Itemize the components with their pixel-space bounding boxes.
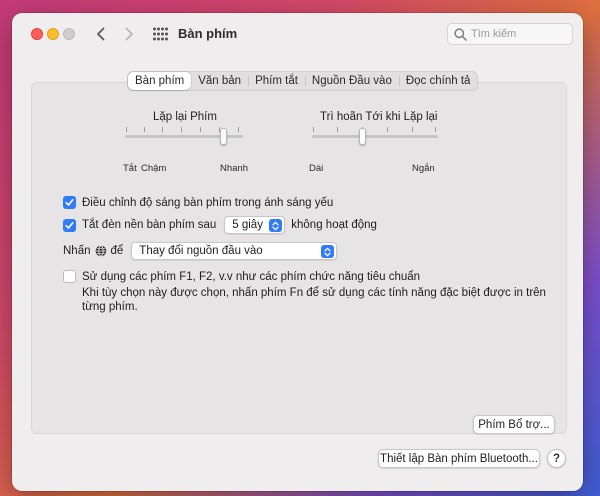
back-arrow-icon[interactable] (92, 25, 110, 43)
delay-long-label: Dài (309, 163, 324, 174)
keyboard-settings-panel: Lặp lại Phím Tắt Chậm Nhanh Trì hoãn Tới… (31, 82, 567, 434)
key-repeat-slow-label: Chậm (141, 163, 167, 174)
function-keys-description: Khi tùy chọn này được chọn, nhấn phím Fn… (82, 286, 546, 314)
backlight-timeout-popup[interactable]: 5 giây (224, 216, 286, 234)
modifier-keys-button[interactable]: Phím Bổ trợ... (473, 415, 555, 434)
press-globe-prefix: Nhấn (63, 245, 91, 257)
setup-bluetooth-keyboard-button[interactable]: Thiết lập Bàn phím Bluetooth... (378, 449, 540, 468)
forward-arrow-icon[interactable] (120, 25, 138, 43)
backlight-off-option: Tắt đèn nền bàn phím sau 5 giây không ho… (63, 216, 377, 234)
key-repeat-title: Lặp lại Phím (153, 111, 217, 123)
press-globe-option: Nhấn để Thay đổi nguồn đầu vào (63, 242, 338, 260)
globe-action-popup[interactable]: Thay đổi nguồn đầu vào (131, 242, 338, 260)
show-all-grid-icon[interactable] (152, 26, 168, 42)
press-globe-mid: để (110, 245, 124, 257)
search-field[interactable] (447, 23, 573, 45)
chevron-updown-icon (321, 245, 335, 258)
checkmark-icon (65, 221, 74, 229)
chevron-updown-icon (269, 219, 283, 232)
search-icon (454, 28, 467, 41)
backlight-timeout-value: 5 giây (232, 219, 263, 231)
backlight-off-checkbox[interactable] (63, 218, 76, 232)
key-repeat-fast-label: Nhanh (220, 163, 248, 174)
tab-keyboard[interactable]: Bàn phím (128, 72, 192, 90)
tab-bar: Bàn phím Văn bản Phím tắt Nguồn Đầu vào … (127, 71, 479, 91)
adjust-brightness-checkbox[interactable] (63, 196, 76, 209)
standard-function-keys-label: Sử dụng các phím F1, F2, v.v như các phí… (82, 270, 421, 283)
tab-dictation[interactable]: Đọc chính tả (398, 72, 478, 90)
standard-function-keys-option[interactable]: Sử dụng các phím F1, F2, v.v như các phí… (63, 270, 420, 283)
backlight-off-label: Tắt đèn nền bàn phím sau (82, 219, 217, 231)
checkmark-icon (65, 199, 74, 206)
function-keys-description-line2: từng phím. (82, 301, 138, 313)
title-bar: Bàn phím (12, 13, 583, 55)
key-repeat-off-label: Tắt (123, 163, 137, 174)
window-title: Bàn phím (178, 26, 238, 41)
system-preferences-window: Bàn phím Bàn phím Văn bản Phím tắt Nguồn… (12, 13, 583, 491)
zoom-window-button[interactable] (63, 28, 75, 40)
adjust-brightness-option[interactable]: Điều chỉnh độ sáng bàn phím trong ánh sá… (63, 196, 333, 209)
key-repeat-slider[interactable] (125, 127, 247, 167)
delay-short-label: Ngắn (412, 163, 435, 174)
key-repeat-slider-thumb[interactable] (219, 128, 227, 145)
delay-until-repeat-title: Trì hoãn Tới khi Lặp lại (320, 111, 438, 123)
function-keys-description-line1: Khi tùy chọn này được chọn, nhấn phím Fn… (82, 287, 546, 299)
delay-until-repeat-slider-thumb[interactable] (359, 128, 367, 145)
tab-input-sources[interactable]: Nguồn Đầu vào (304, 72, 399, 90)
minimize-window-button[interactable] (47, 28, 59, 40)
globe-icon (95, 245, 107, 257)
globe-action-value: Thay đổi nguồn đầu vào (139, 245, 263, 257)
delay-until-repeat-slider[interactable] (312, 127, 442, 167)
tab-text[interactable]: Văn bản (191, 72, 248, 90)
standard-function-keys-checkbox[interactable] (63, 270, 76, 283)
close-window-button[interactable] (31, 28, 43, 40)
help-button[interactable]: ? (547, 449, 566, 468)
search-input[interactable] (471, 26, 569, 42)
backlight-inactive-suffix: không hoạt động (291, 219, 377, 231)
tab-shortcuts[interactable]: Phím tắt (248, 72, 305, 90)
adjust-brightness-label: Điều chỉnh độ sáng bàn phím trong ánh sá… (82, 196, 334, 209)
